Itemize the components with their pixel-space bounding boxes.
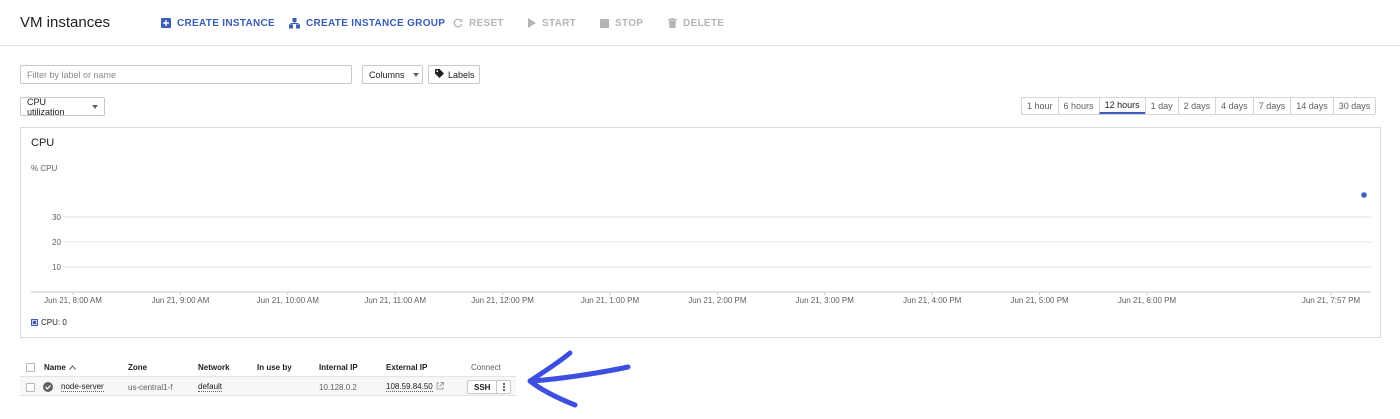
cpu-chart-card: CPU % CPU 30 20 10 Jun 21, 8:00 AM Jun 21, 9… bbox=[20, 127, 1381, 338]
trash-icon bbox=[668, 18, 677, 28]
reset-button[interactable]: RESET bbox=[453, 16, 504, 30]
legend-label: CPU: 0 bbox=[41, 318, 67, 327]
instance-zone: us-central1-f bbox=[128, 382, 173, 392]
internal-ip: 10.128.0.2 bbox=[319, 382, 357, 392]
reset-label: RESET bbox=[469, 17, 504, 29]
page-title: VM instances bbox=[20, 14, 111, 31]
time-range-7-days[interactable]: 7 days bbox=[1252, 98, 1291, 114]
external-ip: 108.59.84.50 bbox=[386, 382, 433, 392]
delete-label: DELETE bbox=[683, 17, 725, 29]
labels-label: Labels bbox=[448, 69, 475, 80]
row-checkbox[interactable] bbox=[26, 377, 35, 397]
x-tick-label: Jun 21, 5:00 PM bbox=[1010, 296, 1069, 305]
y-tick-label: 20 bbox=[52, 238, 61, 247]
time-range-30-days[interactable]: 30 days bbox=[1332, 98, 1376, 114]
column-header-name-label: Name bbox=[44, 362, 66, 372]
y-tick-label: 10 bbox=[52, 263, 61, 272]
cpu-chart: 30 20 10 Jun 21, 8:00 AM Jun 21, 9:00 AM Jun … bbox=[31, 191, 1371, 305]
instance-group-icon bbox=[289, 17, 300, 29]
column-header-name[interactable]: Name bbox=[44, 357, 76, 377]
x-tick-label: Jun 21, 10:00 AM bbox=[257, 296, 320, 305]
play-icon bbox=[528, 18, 536, 28]
start-label: START bbox=[542, 17, 577, 29]
external-ip-link[interactable]: 108.59.84.50 bbox=[386, 377, 444, 397]
columns-dropdown[interactable]: Columns bbox=[362, 65, 423, 84]
create-instance-group-button[interactable]: CREATE INSTANCE GROUP bbox=[289, 16, 445, 30]
stop-button[interactable]: STOP bbox=[600, 16, 643, 30]
time-range-1-day[interactable]: 1 day bbox=[1144, 98, 1178, 114]
column-header-in-use-by[interactable]: In use by bbox=[257, 357, 292, 377]
chart-legend[interactable]: CPU: 0 bbox=[31, 318, 67, 327]
metric-selected: CPU utilization bbox=[27, 96, 65, 117]
create-instance-label: CREATE INSTANCE bbox=[177, 17, 276, 29]
add-box-icon bbox=[161, 18, 171, 28]
chevron-down-icon bbox=[412, 72, 419, 77]
cpu-data-point[interactable] bbox=[1360, 191, 1368, 199]
column-header-internal-ip[interactable]: Internal IP bbox=[319, 357, 358, 377]
column-header-external-ip[interactable]: External IP bbox=[386, 357, 427, 377]
x-tick-label: Jun 21, 7:57 PM bbox=[1302, 296, 1361, 305]
x-tick-label: Jun 21, 2:00 PM bbox=[688, 296, 747, 305]
x-tick-label: Jun 21, 3:00 PM bbox=[796, 296, 855, 305]
chevron-down-icon bbox=[92, 104, 98, 109]
annotation-arrow-icon bbox=[527, 350, 631, 408]
time-range-4-days[interactable]: 4 days bbox=[1215, 98, 1253, 114]
ssh-button[interactable]: SSH bbox=[468, 381, 496, 393]
filter-input[interactable] bbox=[20, 65, 352, 84]
metric-dropdown[interactable]: CPU utilization bbox=[20, 96, 105, 117]
x-tick-label: Jun 21, 11:00 AM bbox=[364, 296, 426, 305]
refresh-icon bbox=[453, 18, 463, 28]
start-button[interactable]: START bbox=[528, 16, 576, 30]
network-link[interactable]: default bbox=[198, 377, 223, 397]
create-instance-group-label: CREATE INSTANCE GROUP bbox=[306, 17, 446, 29]
status-running-icon bbox=[43, 377, 53, 397]
table-row[interactable]: node-server us-central1-f default 10.128… bbox=[20, 376, 516, 396]
create-instance-button[interactable]: CREATE INSTANCE bbox=[161, 16, 275, 30]
time-range-14-days[interactable]: 14 days bbox=[1290, 98, 1333, 114]
time-range-1-hour[interactable]: 1 hour bbox=[1022, 98, 1058, 114]
instance-name: node-server bbox=[61, 382, 104, 392]
time-range-6-hours[interactable]: 6 hours bbox=[1057, 98, 1099, 114]
x-tick-label: Jun 21, 6:00 PM bbox=[1118, 296, 1177, 305]
column-header-connect: Connect bbox=[471, 362, 501, 372]
column-header-network[interactable]: Network bbox=[198, 357, 230, 377]
sort-ascending-icon bbox=[68, 363, 76, 372]
labels-button[interactable]: Labels bbox=[428, 65, 480, 84]
x-tick-label: Jun 21, 9:00 AM bbox=[151, 296, 209, 305]
column-header-zone[interactable]: Zone bbox=[128, 357, 147, 377]
stop-label: STOP bbox=[615, 17, 644, 29]
columns-label: Columns bbox=[369, 69, 405, 80]
x-tick-label: Jun 21, 8:00 AM bbox=[44, 296, 102, 305]
instance-name-link[interactable]: node-server bbox=[61, 377, 104, 397]
x-tick-label: Jun 21, 4:00 PM bbox=[903, 296, 962, 305]
more-vert-icon[interactable] bbox=[496, 381, 510, 393]
legend-swatch-icon bbox=[31, 319, 38, 326]
open-in-new-icon bbox=[436, 382, 444, 392]
delete-button[interactable]: DELETE bbox=[668, 16, 724, 30]
network-name: default bbox=[198, 382, 223, 392]
top-bar: VM instances CREATE INSTANCE CREATE INST… bbox=[0, 0, 1400, 46]
time-range-12-hours[interactable]: 12 hours bbox=[1098, 98, 1145, 114]
ssh-split-button: SSH bbox=[467, 380, 512, 394]
x-tick-label: Jun 21, 1:00 PM bbox=[581, 296, 640, 305]
y-tick-label: 30 bbox=[52, 213, 61, 222]
label-tag-icon bbox=[435, 69, 444, 80]
x-tick-label: Jun 21, 12:00 PM bbox=[471, 296, 534, 305]
select-all-checkbox[interactable] bbox=[26, 357, 35, 377]
table-header: Name Zone Network In use by Internal IP … bbox=[20, 357, 516, 377]
stop-icon bbox=[600, 18, 609, 28]
time-range-selector: 1 hour 6 hours 12 hours 1 day 2 days 4 days 7 … bbox=[1021, 97, 1377, 115]
time-range-2-days[interactable]: 2 days bbox=[1177, 98, 1216, 114]
